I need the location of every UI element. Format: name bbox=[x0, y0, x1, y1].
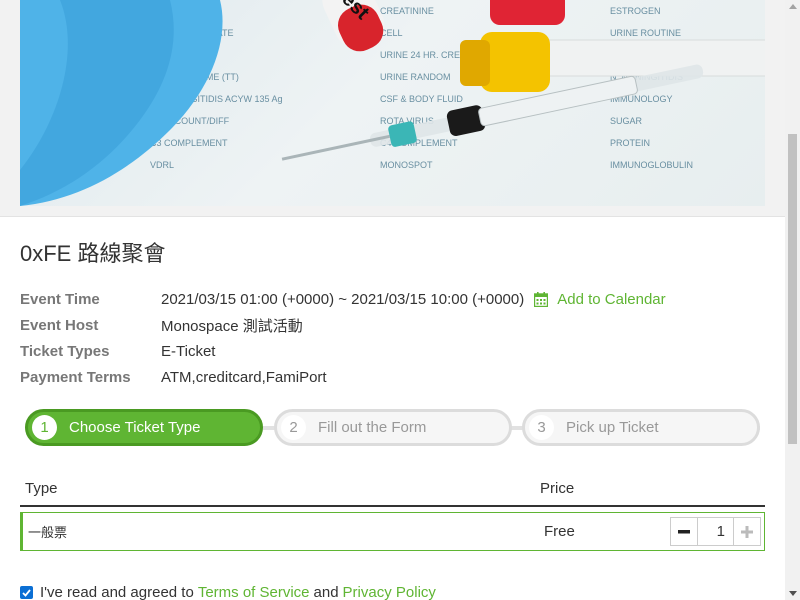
form-line-text: CSF & BODY FLUID bbox=[380, 94, 463, 104]
minus-icon bbox=[678, 529, 690, 533]
info-row-ticket-types: Ticket Types E-Ticket bbox=[20, 338, 765, 364]
info-value: E-Ticket bbox=[161, 342, 216, 360]
event-info: Event Time 2021/03/15 01:00 (+0000) ~ 20… bbox=[20, 286, 765, 390]
form-line-text: CELL bbox=[380, 28, 403, 38]
info-row-payment-terms: Payment Terms ATM,creditcard,FamiPort bbox=[20, 364, 765, 390]
add-to-calendar-label: Add to Calendar bbox=[557, 290, 666, 308]
form-line-text: URINE ROUTINE bbox=[610, 28, 681, 38]
ticket-table: Type Price 一般票 Free bbox=[20, 472, 765, 551]
header-price: Price bbox=[540, 480, 575, 497]
step-choose-ticket-type[interactable]: 1 Choose Ticket Type bbox=[25, 409, 263, 446]
decrease-button[interactable] bbox=[671, 518, 698, 545]
info-value: 2021/03/15 01:00 (+0000) ~ 2021/03/15 10… bbox=[161, 290, 525, 308]
lab-photo: PLATELETCREATININEESTROGENCRYOPRECIPITAT… bbox=[20, 0, 765, 206]
form-line-text: VDRL bbox=[150, 160, 174, 170]
step-number: 1 bbox=[32, 415, 57, 440]
form-line-text: IMMUNOGLOBULIN bbox=[610, 160, 693, 170]
quantity-stepper bbox=[670, 517, 761, 546]
quantity-input[interactable] bbox=[698, 518, 733, 545]
step-number: 2 bbox=[281, 415, 306, 440]
scroll-up-icon[interactable] bbox=[789, 4, 797, 9]
info-row-event-time: Event Time 2021/03/15 01:00 (+0000) ~ 20… bbox=[20, 286, 765, 312]
agreement: I've read and agreed to Terms of Service… bbox=[20, 584, 440, 600]
form-line-text: MONOSPOT bbox=[380, 160, 433, 170]
form-line-text: CREATININE bbox=[380, 6, 434, 16]
table-header: Type Price bbox=[20, 472, 765, 507]
check-icon bbox=[22, 588, 31, 597]
agree-checkbox[interactable] bbox=[20, 586, 33, 599]
hero-image: PLATELETCREATININEESTROGENCRYOPRECIPITAT… bbox=[20, 0, 765, 206]
info-key: Event Host bbox=[20, 316, 99, 334]
add-to-calendar-link[interactable]: Add to Calendar bbox=[534, 290, 666, 308]
plus-icon bbox=[741, 525, 753, 538]
calendar-icon bbox=[534, 291, 549, 307]
terms-of-service-link[interactable]: Terms of Service bbox=[198, 584, 310, 600]
table-row: 一般票 Free bbox=[20, 512, 765, 551]
step-label: Choose Ticket Type bbox=[69, 419, 201, 436]
hero-banner: PLATELETCREATININEESTROGENCRYOPRECIPITAT… bbox=[0, 0, 785, 217]
step-pick-up-ticket[interactable]: 3 Pick up Ticket bbox=[522, 409, 760, 446]
info-row-event-host: Event Host Monospace 測試活動 bbox=[20, 312, 765, 338]
scrollbar-thumb[interactable] bbox=[788, 134, 797, 444]
ticket-name: 一般票 bbox=[28, 525, 68, 540]
privacy-policy-link[interactable]: Privacy Policy bbox=[343, 584, 436, 600]
step-fill-out-form[interactable]: 2 Fill out the Form bbox=[274, 409, 512, 446]
info-key: Event Time bbox=[20, 290, 100, 308]
event-title: 0xFE 路線聚會 bbox=[20, 241, 166, 266]
step-label: Pick up Ticket bbox=[566, 419, 659, 436]
step-number: 3 bbox=[529, 415, 554, 440]
info-key: Ticket Types bbox=[20, 342, 110, 360]
info-value: ATM,creditcard,FamiPort bbox=[161, 368, 327, 386]
info-key: Payment Terms bbox=[20, 368, 131, 386]
form-line-text: URINE RANDOM bbox=[380, 72, 451, 82]
ticket-price: Free bbox=[544, 523, 575, 540]
page-scrollbar[interactable] bbox=[785, 0, 800, 600]
header-type: Type bbox=[25, 480, 58, 497]
progress-steps: 1 Choose Ticket Type 2 Fill out the Form… bbox=[25, 409, 760, 446]
info-value: Monospace 測試活動 bbox=[161, 317, 303, 335]
agreement-and: and bbox=[313, 584, 339, 600]
form-line-text: PROTEIN bbox=[610, 138, 650, 148]
form-line-text: ESTROGEN bbox=[610, 6, 661, 16]
form-line-text: SUGAR bbox=[610, 116, 643, 126]
agreement-text: I've read and agreed to bbox=[40, 584, 194, 600]
step-label: Fill out the Form bbox=[318, 419, 427, 436]
increase-button[interactable] bbox=[733, 518, 760, 545]
form-line-text: C3 COMPLEMENT bbox=[150, 138, 228, 148]
scroll-down-icon[interactable] bbox=[789, 591, 797, 596]
